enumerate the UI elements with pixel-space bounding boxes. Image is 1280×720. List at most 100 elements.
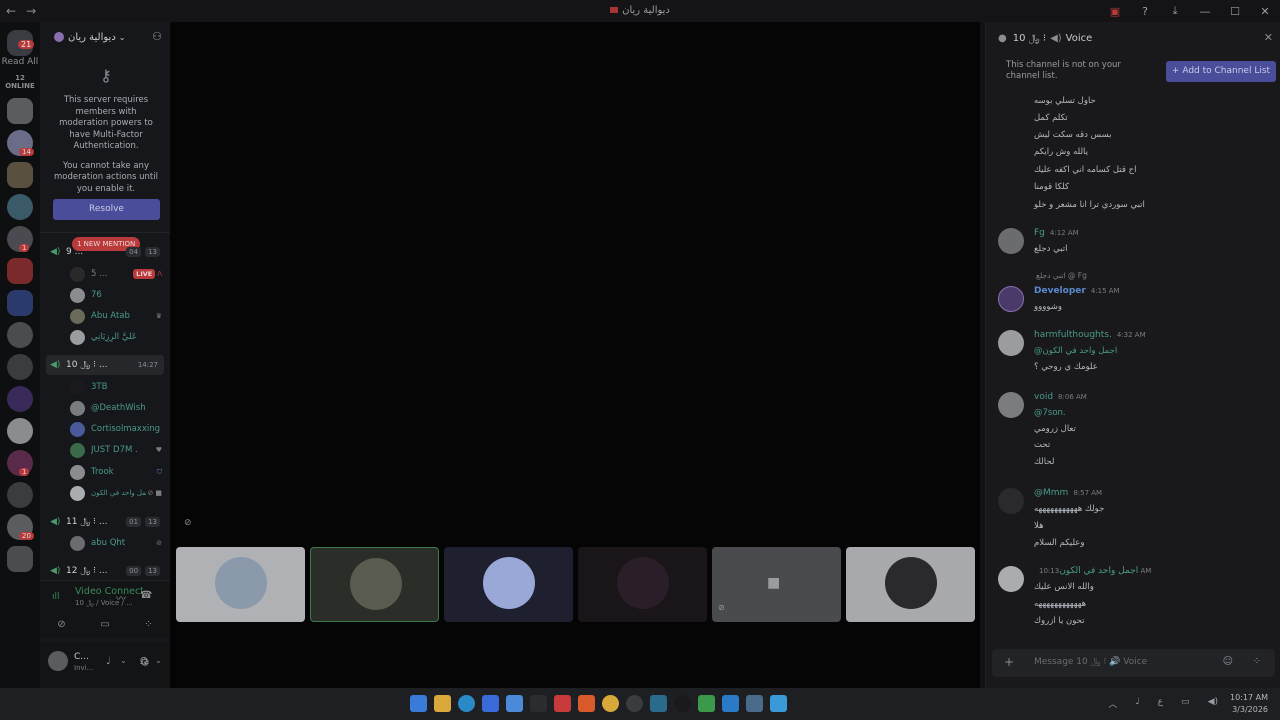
- voice-member[interactable]: Trook ⛉: [70, 463, 162, 481]
- avatar[interactable]: [998, 488, 1024, 514]
- video-tile[interactable]: [846, 547, 975, 622]
- voice-channel-active[interactable]: ◀) 10 ﷼ ⁝ ... 14:27: [46, 355, 164, 375]
- minimize-icon[interactable]: —: [1190, 5, 1220, 18]
- start-icon[interactable]: [410, 695, 427, 712]
- video-tile[interactable]: [444, 547, 573, 622]
- app-icon[interactable]: [674, 695, 691, 712]
- settings-gear-icon[interactable]: ⚙: [140, 656, 150, 669]
- server-icon[interactable]: [7, 162, 33, 188]
- noise-suppression-icon[interactable]: 〰: [116, 590, 126, 605]
- store-icon[interactable]: [482, 695, 499, 712]
- server-icon[interactable]: [7, 546, 33, 572]
- help-icon[interactable]: ?: [1130, 5, 1160, 18]
- read-all-button[interactable]: Read All: [0, 57, 40, 67]
- app-icon[interactable]: [506, 695, 523, 712]
- voice-member[interactable]: أجمل واحد في الكون ⊘ ■: [70, 484, 162, 502]
- video-tile-speaking[interactable]: [310, 547, 439, 622]
- server-icon[interactable]: [7, 386, 33, 412]
- screen-share-icon[interactable]: ▭: [100, 619, 109, 630]
- message-author[interactable]: harmfulthoughts. 4:32 AM: [1034, 330, 1146, 340]
- message-input[interactable]: Message 10 ﷼ ⁝ 🔊 Voice: [1034, 657, 1147, 667]
- plus-icon[interactable]: +: [1004, 655, 1014, 669]
- notepad-icon[interactable]: [770, 695, 787, 712]
- server-icon[interactable]: [7, 418, 33, 444]
- app-icon[interactable]: [650, 695, 667, 712]
- message-author[interactable]: Developer 4:15 AM: [1034, 286, 1120, 296]
- avatar[interactable]: [998, 286, 1024, 312]
- voice-channel[interactable]: ◀) 12 ﷼ ⁝ ... 00 13: [46, 561, 164, 581]
- avatar[interactable]: [998, 228, 1024, 254]
- invite-people-icon[interactable]: ⚇: [152, 30, 162, 43]
- server-icon[interactable]: [7, 482, 33, 508]
- voice-member[interactable]: 5 ... LIVE Λ: [70, 265, 162, 283]
- voice-member[interactable]: JUST D7M . ♥: [70, 441, 162, 459]
- voice-member[interactable]: abu Qht ⊘: [70, 534, 162, 552]
- file-explorer-icon[interactable]: [434, 695, 451, 712]
- microphone-icon[interactable]: ♩: [106, 656, 111, 667]
- voice-channel[interactable]: ◀) 11 ﷼ ⁝ ... 01 13: [46, 512, 164, 532]
- mention-text[interactable]: @اجمل واحد في الكون: [1034, 346, 1117, 356]
- voice-status-subtitle[interactable]: 10 ﷼ / Voice / ...: [75, 599, 143, 608]
- voice-member[interactable]: Cortisolmaxxing: [70, 420, 162, 438]
- message-list[interactable]: حاول تسلي بوسه تكلم كمل بسس دقه سكت ليش …: [986, 90, 1280, 650]
- emoji-icon[interactable]: ☺: [1223, 656, 1233, 667]
- disconnect-icon[interactable]: ☎: [140, 590, 152, 601]
- message-author[interactable]: Fg 4:12 AM: [1034, 228, 1079, 238]
- server-icon[interactable]: [7, 290, 33, 316]
- close-icon[interactable]: ✕: [1264, 31, 1273, 44]
- video-tile-camera-off[interactable]: ■ ⊘: [712, 547, 841, 622]
- volume-icon[interactable]: ◀): [1208, 697, 1218, 710]
- voice-member[interactable]: @DeathWish: [70, 399, 162, 417]
- resolve-button[interactable]: Resolve: [53, 199, 160, 220]
- video-tile[interactable]: [176, 547, 305, 622]
- voice-member[interactable]: عَلَيَّ الْرِزِيَانِي: [70, 328, 162, 346]
- message-author[interactable]: void 8:06 AM: [1034, 392, 1087, 402]
- server-icon[interactable]: [7, 322, 33, 348]
- app-icon[interactable]: [602, 695, 619, 712]
- message-author[interactable]: اجمل واحد في الكون10:13 AM: [1034, 566, 1151, 576]
- avatar[interactable]: [998, 330, 1024, 356]
- voice-status-title[interactable]: Video Connected: [75, 586, 143, 597]
- app-icon[interactable]: [746, 695, 763, 712]
- brave-icon[interactable]: [578, 695, 595, 712]
- inbox-icon[interactable]: ▣: [1100, 5, 1130, 18]
- server-icon[interactable]: [7, 258, 33, 284]
- reply-preview[interactable]: اتبي دجلع @ Fg: [1036, 271, 1087, 280]
- vscode-icon[interactable]: [722, 695, 739, 712]
- avatar[interactable]: [48, 651, 68, 671]
- microphone-icon[interactable]: ♩: [1135, 697, 1139, 710]
- camera-off-icon[interactable]: ⊘: [57, 619, 65, 630]
- add-to-channel-list-button[interactable]: + Add to Channel List: [1166, 61, 1276, 82]
- chevron-up-icon[interactable]: ︿: [1108, 697, 1117, 710]
- clock[interactable]: 10:17 AM 3/3/2026: [1230, 692, 1268, 716]
- voice-member[interactable]: 76: [70, 286, 162, 304]
- server-icon[interactable]: [7, 98, 33, 124]
- avatar[interactable]: [998, 566, 1024, 592]
- terminal-icon[interactable]: [530, 695, 547, 712]
- voice-member[interactable]: 3TB: [70, 378, 162, 396]
- chevron-down-icon[interactable]: ⌄: [155, 656, 162, 665]
- avatar[interactable]: [998, 392, 1024, 418]
- apps-icon[interactable]: ⁘: [1253, 656, 1261, 667]
- maximize-icon[interactable]: ☐: [1220, 5, 1250, 18]
- voice-member[interactable]: Abu Atab ♛: [70, 307, 162, 325]
- xbox-icon[interactable]: [698, 695, 715, 712]
- close-window-icon[interactable]: ✕: [1250, 5, 1280, 18]
- voice-channel[interactable]: ◀) 9 ... 04 13: [46, 242, 164, 262]
- activities-icon[interactable]: ⁘: [144, 619, 152, 630]
- language-indicator[interactable]: ع: [1158, 697, 1163, 710]
- server-icon[interactable]: [7, 194, 33, 220]
- chevron-down-icon[interactable]: ⌄: [120, 656, 127, 665]
- download-icon[interactable]: ⤓: [1160, 4, 1190, 18]
- video-tile[interactable]: [578, 547, 707, 622]
- server-header[interactable]: ديوالية ريان ⌄ ⚇: [40, 22, 170, 52]
- back-arrow-icon[interactable]: ←: [6, 4, 16, 18]
- server-icon[interactable]: [7, 354, 33, 380]
- edge-icon[interactable]: [458, 695, 475, 712]
- mention-text[interactable]: @7son.: [1034, 408, 1066, 418]
- forward-arrow-icon[interactable]: →: [26, 4, 36, 18]
- app-icon[interactable]: [626, 695, 643, 712]
- message-composer[interactable]: + Message 10 ﷼ ⁝ 🔊 Voice ☺ ⁘: [992, 649, 1275, 677]
- network-icon[interactable]: ▭: [1181, 697, 1190, 710]
- app-icon[interactable]: [554, 695, 571, 712]
